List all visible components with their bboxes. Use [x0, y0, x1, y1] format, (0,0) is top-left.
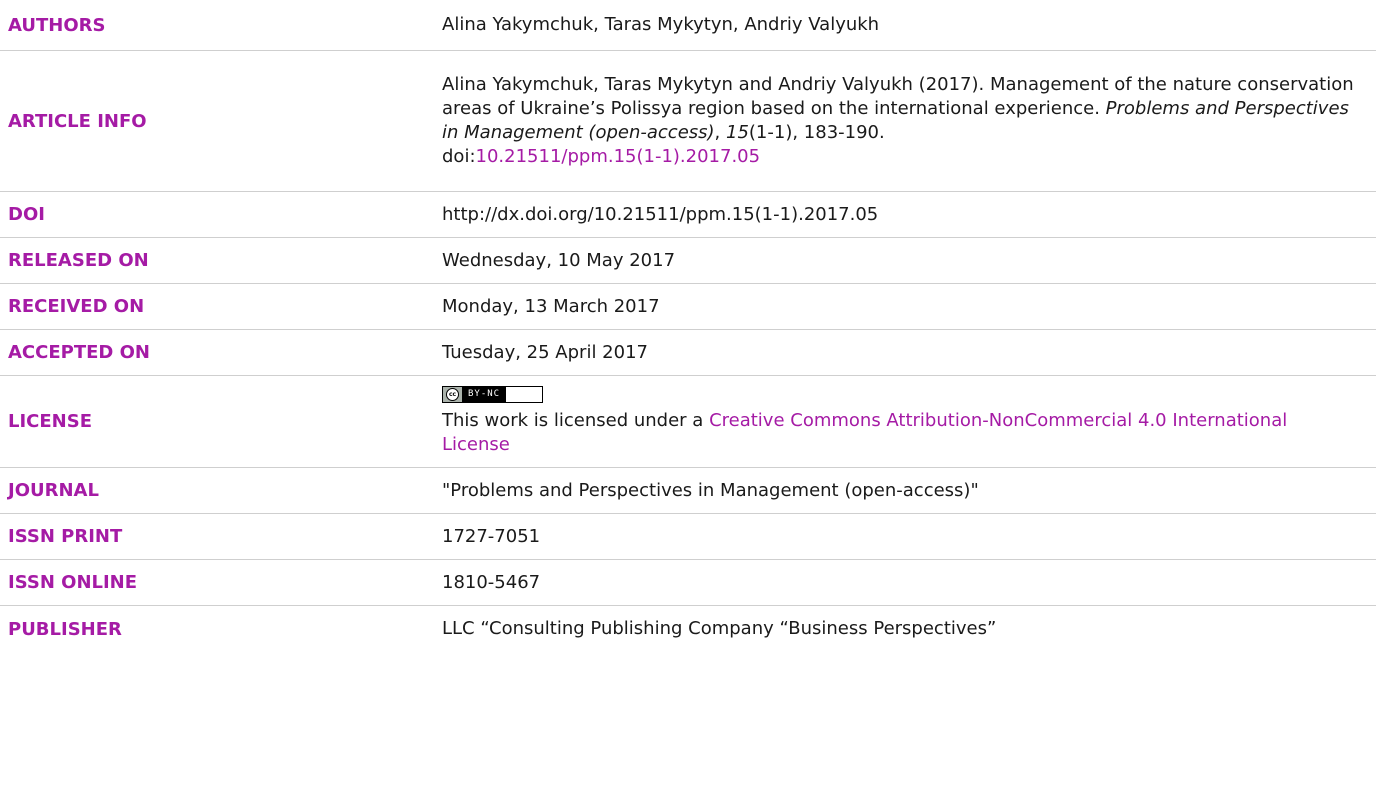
journal-label: JOURNAL — [8, 480, 99, 501]
authors-label: AUTHORS — [8, 14, 106, 36]
row-publisher: PUBLISHER LLC “Consulting Publishing Com… — [0, 606, 1376, 652]
article-info-value: Alina Yakymchuk, Taras Mykytyn and Andri… — [442, 73, 1376, 169]
received-on-label: RECEIVED ON — [8, 296, 145, 317]
citation-volume: 15 — [726, 122, 749, 143]
license-value: cc BY-NC This work is licensed under a C… — [442, 386, 1376, 457]
row-accepted-on: ACCEPTED ON Tuesday, 25 April 2017 — [0, 330, 1376, 376]
cc-by-nc-badge-icon[interactable]: cc BY-NC — [442, 386, 544, 403]
row-authors: AUTHORS Alina Yakymchuk, Taras Mykytyn, … — [0, 0, 1376, 51]
issn-print-value: 1727-7051 — [442, 525, 541, 547]
citation-issue-pages: (1-1), 183-190. — [748, 122, 885, 143]
license-label: LICENSE — [8, 411, 92, 432]
doi-prefix: doi: — [442, 146, 476, 167]
citation-doi-link[interactable]: 10.21511/ppm.15(1-1).2017.05 — [476, 146, 761, 167]
issn-print-label: ISSN PRINT — [8, 526, 123, 547]
authors-value: Alina Yakymchuk, Taras Mykytyn, Andriy V… — [442, 14, 880, 35]
row-issn-online: ISSN ONLINE 1810-5467 — [0, 560, 1376, 606]
issn-online-label: ISSN ONLINE — [8, 572, 138, 593]
cc-badge-fill — [506, 387, 543, 402]
released-on-label: RELEASED ON — [8, 250, 149, 271]
license-text: This work is licensed under a — [442, 410, 710, 431]
cc-logo-area: cc — [443, 387, 462, 402]
row-issn-print: ISSN PRINT 1727-7051 — [0, 514, 1376, 560]
released-on-value: Wednesday, 10 May 2017 — [442, 249, 676, 271]
license-statement: This work is licensed under a Creative C… — [442, 409, 1356, 457]
issn-online-value: 1810-5467 — [442, 571, 541, 593]
received-on-value: Monday, 13 March 2017 — [442, 295, 660, 317]
row-doi: DOI http://dx.doi.org/10.21511/ppm.15(1-… — [0, 192, 1376, 238]
cc-logo-icon: cc — [446, 388, 459, 401]
publisher-value: LLC “Consulting Publishing Company “Busi… — [442, 618, 997, 639]
journal-value: "Problems and Perspectives in Management… — [442, 479, 979, 501]
row-article-info: ARTICLE INFO Alina Yakymchuk, Taras Myky… — [0, 51, 1376, 192]
article-info-label: ARTICLE INFO — [8, 110, 147, 132]
citation-sep: , — [714, 122, 726, 143]
row-license: LICENSE cc BY-NC This work is licensed u… — [0, 376, 1376, 468]
publisher-label: PUBLISHER — [8, 618, 122, 640]
doi-value: http://dx.doi.org/10.21511/ppm.15(1-1).2… — [442, 203, 879, 225]
row-released-on: RELEASED ON Wednesday, 10 May 2017 — [0, 238, 1376, 284]
row-received-on: RECEIVED ON Monday, 13 March 2017 — [0, 284, 1376, 330]
accepted-on-value: Tuesday, 25 April 2017 — [442, 341, 648, 363]
cc-badge-text: BY-NC — [468, 389, 501, 399]
article-metadata-table: AUTHORS Alina Yakymchuk, Taras Mykytyn, … — [0, 0, 1376, 652]
doi-label: DOI — [8, 204, 45, 225]
accepted-on-label: ACCEPTED ON — [8, 342, 150, 363]
row-journal: JOURNAL "Problems and Perspectives in Ma… — [0, 468, 1376, 514]
